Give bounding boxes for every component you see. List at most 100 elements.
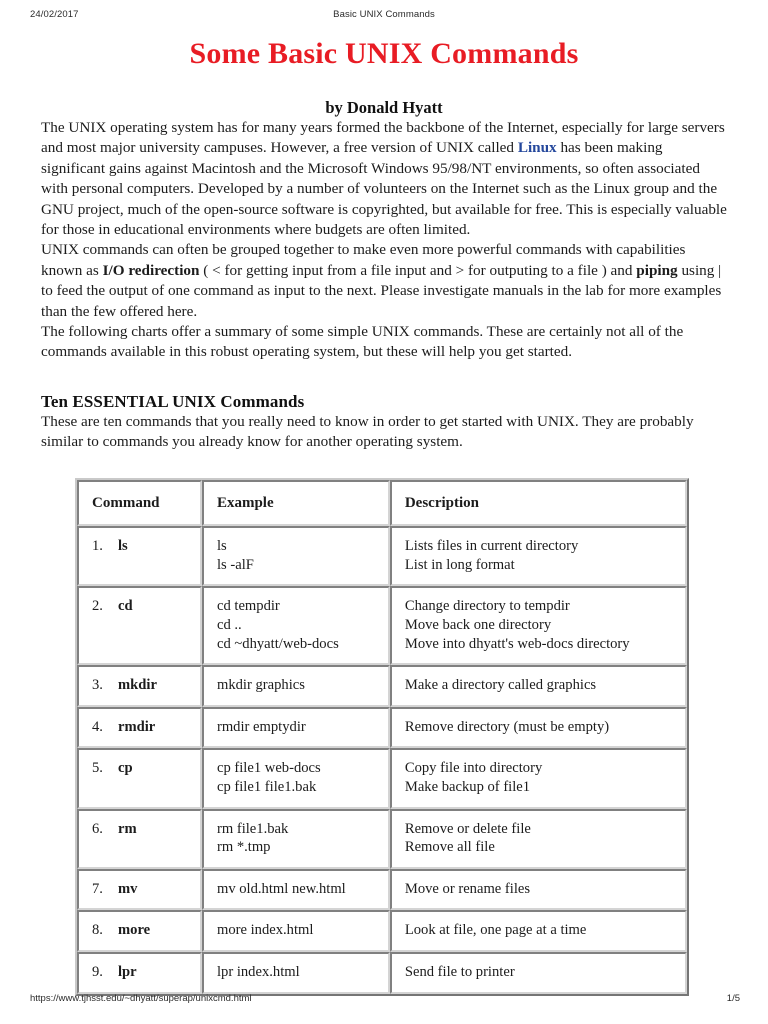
command-number: 4. bbox=[92, 718, 103, 735]
command-table-body: 1. ls ls ls -alF Lists files in current dire… bbox=[77, 526, 687, 994]
io-redirection-emphasis: I/O redirection bbox=[102, 261, 200, 279]
cell-example: mv old.html new.html bbox=[201, 868, 390, 911]
description-line: Make backup of file1 bbox=[404, 779, 531, 796]
piping-emphasis: piping bbox=[636, 261, 678, 279]
description-line: Change directory to tempdir bbox=[404, 598, 570, 615]
example-line: mkdir graphics bbox=[216, 677, 305, 694]
example-line: ls bbox=[216, 538, 227, 555]
cell-description: Send file to printer bbox=[389, 952, 687, 994]
command-table: Command Example Description 1. ls ls ls -al… bbox=[75, 477, 689, 996]
command-name: more bbox=[118, 922, 151, 939]
command-number: 5. bbox=[92, 760, 103, 777]
description-line: Copy file into directory bbox=[404, 760, 543, 777]
author-byline: by Donald Hyatt bbox=[325, 98, 443, 117]
cell-description: Remove or delete file Remove all file bbox=[389, 808, 687, 869]
command-name: mkdir bbox=[118, 677, 157, 694]
paragraph-intro: The UNIX operating system has for many y… bbox=[41, 118, 727, 240]
cell-command: 6. rm bbox=[77, 808, 202, 869]
cell-command: 9. lpr bbox=[77, 952, 202, 994]
cell-description: Copy file into directory Make backup of f… bbox=[389, 748, 687, 809]
cell-description: Remove directory (must be empty) bbox=[389, 706, 687, 749]
print-footer-page-number: 1/5 bbox=[726, 993, 740, 1004]
table-header-row: Command Example Description bbox=[77, 479, 687, 527]
cell-command: 5. cp bbox=[77, 748, 202, 809]
table-row: 2. cd cd tempdir cd .. cd ~dhyatt/web-docs Ch… bbox=[77, 586, 687, 666]
example-line: ls -alF bbox=[216, 556, 254, 573]
example-line: rm file1.bak bbox=[216, 820, 289, 837]
command-table-container: Command Example Description 1. ls ls ls -al… bbox=[41, 477, 727, 996]
cell-command: 3. mkdir bbox=[77, 665, 202, 707]
command-number: 6. bbox=[92, 820, 103, 837]
cell-description: Change directory to tempdir Move back one… bbox=[389, 586, 687, 666]
command-table-head: Command Example Description bbox=[77, 479, 687, 527]
cell-example: mkdir graphics bbox=[201, 665, 390, 707]
description-line: Lists files in current directory bbox=[404, 538, 579, 555]
paragraph-piping: UNIX commands can often be grouped toget… bbox=[41, 240, 727, 322]
cell-example: rm file1.bak rm *.tmp bbox=[201, 808, 390, 869]
column-header-example: Example bbox=[201, 479, 390, 527]
cell-command: 4. rmdir bbox=[77, 706, 202, 749]
table-row: 4. rmdir rmdir emptydir Remove directory (m… bbox=[77, 706, 687, 749]
command-name: lpr bbox=[118, 964, 137, 980]
description-line: List in long format bbox=[404, 556, 515, 573]
document-content: Some Basic UNIX Commands by Donald Hyatt… bbox=[41, 36, 727, 996]
paragraph-charts: The following charts offer a summary of … bbox=[41, 323, 684, 361]
command-name: rm bbox=[118, 820, 137, 837]
document-page: 24/02/2017 Basic UNIX Commands Some Basi… bbox=[0, 0, 768, 1024]
cell-example: more index.html bbox=[201, 910, 390, 952]
example-line: cd tempdir bbox=[216, 598, 280, 615]
print-header: 24/02/2017 Basic UNIX Commands bbox=[0, 9, 768, 25]
cell-description: Look at file, one page at a time bbox=[389, 910, 687, 952]
page-title: Some Basic UNIX Commands bbox=[189, 37, 579, 70]
linux-link[interactable]: Linux bbox=[518, 139, 557, 156]
example-line: cd .. bbox=[216, 617, 242, 634]
command-number: 9. bbox=[92, 964, 103, 980]
example-line: rmdir emptydir bbox=[216, 718, 306, 735]
table-row: 9. lpr lpr index.html Send file to printer bbox=[77, 952, 687, 994]
cell-example: cp file1 web-docs cp file1 file1.bak bbox=[201, 748, 390, 809]
command-number: 1. bbox=[92, 538, 103, 555]
example-line: rm *.tmp bbox=[216, 839, 271, 856]
print-header-title: Basic UNIX Commands bbox=[333, 9, 435, 20]
description-line: Send file to printer bbox=[404, 964, 515, 980]
command-name: rmdir bbox=[118, 718, 156, 735]
cell-command: 8. more bbox=[77, 910, 202, 952]
example-line: cd ~dhyatt/web-docs bbox=[216, 635, 339, 652]
paragraph-piping-part2: ( < for getting input from a file input … bbox=[199, 261, 637, 279]
column-header-description: Description bbox=[389, 479, 687, 527]
command-number: 2. bbox=[92, 598, 103, 615]
command-number: 8. bbox=[92, 922, 103, 939]
cell-example: rmdir emptydir bbox=[201, 706, 390, 749]
table-row: 1. ls ls ls -alF Lists files in current dire… bbox=[77, 526, 687, 587]
example-line: cp file1 web-docs bbox=[216, 760, 321, 777]
cell-description: Make a directory called graphics bbox=[389, 665, 687, 707]
cell-example: lpr index.html bbox=[201, 952, 390, 994]
description-line: Remove or delete file bbox=[404, 820, 531, 837]
paragraph-ten-commands: These are ten commands that you really n… bbox=[41, 412, 694, 451]
command-name: cp bbox=[118, 760, 133, 777]
cell-command: 2. cd bbox=[77, 586, 202, 666]
description-line: Look at file, one page at a time bbox=[404, 922, 587, 939]
description-line: Move into dhyatt's web-docs directory bbox=[404, 635, 630, 652]
table-row: 7. mv mv old.html new.html Move or rename f… bbox=[77, 868, 687, 911]
description-line: Remove directory (must be empty) bbox=[404, 718, 610, 735]
command-number: 3. bbox=[92, 677, 103, 694]
command-name: cd bbox=[118, 598, 133, 615]
table-row: 6. rm rm file1.bak rm *.tmp Remove or delete… bbox=[77, 808, 687, 869]
command-name: ls bbox=[118, 538, 128, 555]
table-row: 3. mkdir mkdir graphics Make a directory ca… bbox=[77, 665, 687, 707]
column-header-command: Command bbox=[77, 479, 202, 527]
table-row: 5. cp cp file1 web-docs cp file1 file1.bak C… bbox=[77, 748, 687, 809]
command-number: 7. bbox=[92, 880, 103, 897]
cell-command: 1. ls bbox=[77, 526, 202, 587]
example-line: more index.html bbox=[216, 922, 314, 939]
description-line: Remove all file bbox=[404, 839, 495, 856]
section-heading-ten-essential: Ten ESSENTIAL UNIX Commands bbox=[41, 391, 305, 411]
cell-description: Move or rename files bbox=[389, 868, 687, 911]
cell-example: cd tempdir cd .. cd ~dhyatt/web-docs bbox=[201, 586, 390, 666]
print-footer: https://www.tjhsst.edu/~dhyatt/superap/u… bbox=[0, 993, 768, 1007]
description-line: Make a directory called graphics bbox=[404, 677, 597, 694]
example-line: cp file1 file1.bak bbox=[216, 779, 317, 796]
command-name: mv bbox=[118, 880, 138, 897]
cell-example: ls ls -alF bbox=[201, 526, 390, 587]
